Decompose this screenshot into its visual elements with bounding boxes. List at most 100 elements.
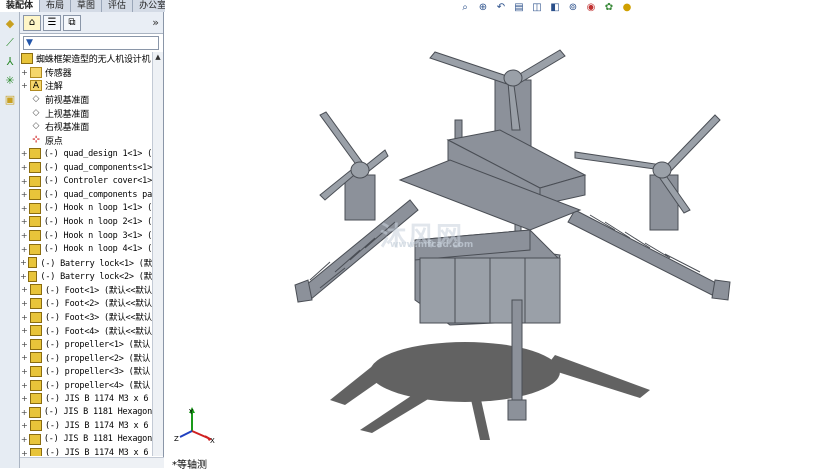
expand-icon[interactable]: + [20, 340, 29, 349]
assembly-icon [21, 53, 33, 65]
tree-item[interactable]: + (-) propeller<4> (默认 [20, 378, 152, 392]
tree-item[interactable]: + (-) JIS B 1181 Hexagon [20, 433, 152, 447]
z-axis [179, 430, 193, 438]
expand-icon[interactable]: + [20, 177, 28, 186]
z-label: Z [174, 435, 179, 443]
tree-item[interactable]: + (-) quad_design 1<1> ( [20, 147, 152, 161]
drone-model[interactable] [165, 16, 820, 468]
tree-item[interactable]: + (-) Foot<4> (默认<<默认 [20, 324, 152, 338]
propertymanager-icon[interactable]: ☰ [43, 14, 61, 31]
mate-icon[interactable]: ⅄ [3, 55, 17, 69]
expand-icon[interactable]: + [20, 190, 28, 199]
tree-item[interactable]: + (-) quad_components pa [20, 188, 152, 202]
tab-assembly[interactable]: 装配体 [0, 0, 41, 12]
explode-icon[interactable]: ✳ [3, 74, 17, 88]
expand-icon[interactable]: + [20, 381, 29, 390]
tree-item-label: (-) JIS B 1174 M3 x 6 [45, 420, 149, 431]
expand-icon[interactable]: + [20, 367, 29, 376]
tree-item[interactable]: + (-) JIS B 1174 M3 x 6 [20, 446, 152, 456]
sketch-icon[interactable]: ⟋ [3, 36, 17, 50]
expand-icon[interactable]: + [20, 449, 29, 456]
tree-item[interactable]: + (-) Foot<1> (默认<<默认 [20, 283, 152, 297]
tree-item[interactable]: + (-) propeller<3> (默认 [20, 365, 152, 379]
expand-icon[interactable]: + [20, 353, 29, 362]
expand-icon[interactable]: + [20, 326, 29, 335]
smart-mates-icon[interactable]: ◆ [3, 17, 17, 31]
tree-item[interactable]: + (-) Hook n loop 4<1> ( [20, 242, 152, 256]
tree-item[interactable]: ◇ 前视基准面 [20, 93, 152, 107]
scroll-up-icon[interactable]: ▲ [153, 52, 163, 62]
expand-icon[interactable]: + [20, 299, 29, 308]
part-icon [30, 420, 42, 432]
tree-vertical-scrollbar[interactable]: ▲ [152, 52, 163, 456]
expand-icon[interactable]: + [20, 285, 29, 294]
tree-item[interactable]: + (-) Foot<2> (默认<<默认 [20, 297, 152, 311]
tree-item[interactable]: + (-) JIS B 1174 M3 x 6 [20, 419, 152, 433]
expand-icon[interactable]: + [20, 204, 28, 213]
part-icon [30, 338, 42, 350]
tree-item[interactable]: ◇ 上视基准面 [20, 106, 152, 120]
tree-item[interactable]: + (-) Controler cover<1> [20, 174, 152, 188]
expand-icon[interactable]: + [20, 272, 27, 281]
expand-icon[interactable]: + [20, 163, 28, 172]
expand-icon[interactable]: + [20, 245, 28, 254]
tree-item-label: (-) Foot<2> (默认<<默认 [45, 299, 152, 310]
tree-item[interactable]: + (-) propeller<2> (默认 [20, 351, 152, 365]
edit-appearance-icon[interactable]: ◉ [584, 1, 598, 15]
expand-chevron-icon[interactable]: » [152, 16, 159, 29]
tree-item[interactable]: + A 注解 [20, 79, 152, 93]
tab-sketch[interactable]: 草图 [71, 0, 103, 12]
view-settings-icon[interactable]: ● [620, 1, 634, 15]
expand-icon[interactable]: + [20, 231, 28, 240]
part-icon [27, 270, 38, 282]
zoom-area-icon[interactable]: ⊕ [476, 1, 490, 15]
featuremanager-icon[interactable]: ⌂ [23, 14, 41, 31]
tree-item[interactable]: + (-) propeller<1> (默认 [20, 337, 152, 351]
tab-evaluate[interactable]: 评估 [102, 0, 134, 12]
section-view-icon[interactable]: ▤ [512, 1, 526, 15]
tree-item[interactable]: + (-) Foot<3> (默认<<默认 [20, 310, 152, 324]
left-toolbar: ◆ ⟋ ⅄ ✳ ▣ [0, 12, 20, 468]
expand-icon[interactable]: + [20, 258, 27, 267]
expand-icon[interactable]: + [20, 217, 28, 226]
apply-scene-icon[interactable]: ✿ [602, 1, 616, 15]
tree-item[interactable]: + (-) Baterry lock<1> (默 [20, 256, 152, 270]
tree-item[interactable]: + (-) JIS B 1174 M3 x 6 [20, 392, 152, 406]
tree-item-label: (-) propeller<1> (默认 [45, 340, 151, 351]
configurationmanager-icon[interactable]: ⧉ [63, 14, 81, 31]
part-icon [29, 243, 41, 255]
filter-input[interactable]: ▼ [23, 36, 159, 50]
tree-item[interactable]: + (-) Hook n loop 3<1> ( [20, 229, 152, 243]
expand-icon[interactable]: + [20, 435, 28, 444]
tree-item[interactable]: + (-) quad_components<1> [20, 161, 152, 175]
expand-icon[interactable]: + [20, 68, 29, 77]
tree-item-label: 蜘蛛框架造型的无人机设计机 [36, 55, 151, 66]
tree-horizontal-scrollbar[interactable] [20, 457, 164, 468]
tree-item[interactable]: + (-) Hook n loop 2<1> ( [20, 215, 152, 229]
tree-item[interactable]: ◇ 右视基准面 [20, 120, 152, 134]
expand-icon[interactable]: + [20, 313, 29, 322]
tree-item-label: (-) quad_components<1> [43, 162, 152, 173]
zoom-to-fit-icon[interactable]: ⌕ [458, 1, 472, 15]
tree-item[interactable]: + (-) Hook n loop 1<1> ( [20, 202, 152, 216]
tree-item[interactable]: + 传感器 [20, 66, 152, 80]
view-orientation-icon[interactable]: ◫ [530, 1, 544, 15]
tree-item[interactable]: ⊹ 原点 [20, 134, 152, 148]
expand-icon[interactable]: + [20, 394, 29, 403]
tab-layout[interactable]: 布局 [40, 0, 72, 12]
tree-item[interactable]: + (-) JIS B 1181 Hexagon [20, 405, 152, 419]
part-icon [30, 311, 42, 323]
tree-item[interactable]: + (-) Baterry lock<2> (默 [20, 270, 152, 284]
hide-show-icon[interactable]: ⊚ [566, 1, 580, 15]
folder-icon: A [30, 80, 42, 92]
tree-top-assembly[interactable]: 蜘蛛框架造型的无人机设计机 [20, 52, 152, 66]
folder-icon [30, 66, 42, 78]
display-style-icon[interactable]: ◧ [548, 1, 562, 15]
tree-item-label: 右视基准面 [45, 123, 90, 134]
appearance-icon[interactable]: ▣ [3, 93, 17, 107]
expand-icon[interactable]: + [20, 149, 28, 158]
expand-icon[interactable]: + [20, 81, 29, 90]
expand-icon[interactable]: + [20, 408, 28, 417]
expand-icon[interactable]: + [20, 421, 29, 430]
previous-view-icon[interactable]: ↶ [494, 1, 508, 15]
